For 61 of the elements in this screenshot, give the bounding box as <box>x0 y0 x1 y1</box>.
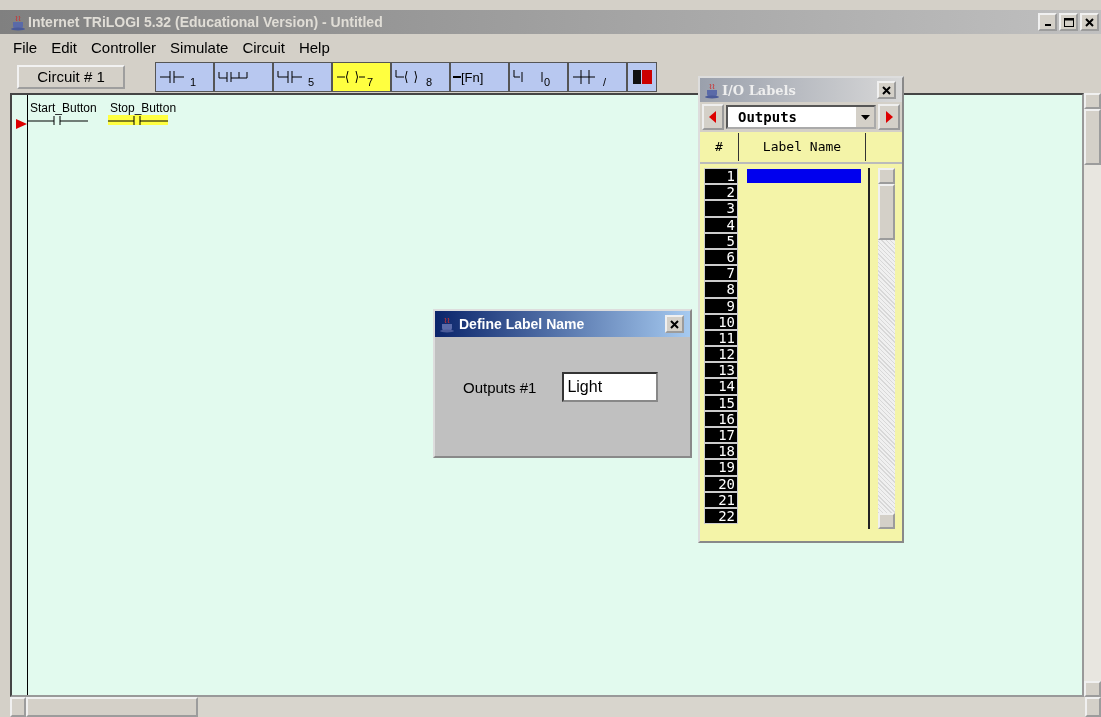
contact-symbol <box>28 115 88 125</box>
minimize-button[interactable] <box>1038 13 1057 31</box>
panel-title: I/O Labels <box>722 82 797 98</box>
list-scrollbar[interactable] <box>878 168 895 529</box>
close-icon <box>1083 16 1096 28</box>
horizontal-scrollbar[interactable] <box>10 697 1101 717</box>
close-button[interactable] <box>1080 13 1099 31</box>
row-number: 12 <box>704 346 738 363</box>
row-number: 8 <box>704 281 738 298</box>
ladder-tool-button[interactable]: 5 <box>273 62 332 92</box>
contact-label: Start_Button <box>30 101 98 115</box>
menu-item[interactable]: Controller <box>84 38 164 56</box>
window-title: Internet TRiLOGI 5.32 (Educational Version) - Untitled <box>28 14 384 30</box>
contact-label: Stop_Button <box>110 101 178 115</box>
row-number: 7 <box>704 265 738 282</box>
menu-item[interactable]: Edit <box>44 38 85 56</box>
java-cup-icon <box>439 315 455 333</box>
left-arrow-icon <box>709 111 717 123</box>
column-header: Label Name <box>739 133 866 161</box>
menu-item[interactable]: Simulate <box>163 38 236 56</box>
ladder-tool-button[interactable]: / <box>568 62 627 92</box>
ladder-tool-button[interactable] <box>627 62 657 92</box>
rung-marker-icon <box>16 119 28 129</box>
previous-button[interactable] <box>702 104 724 130</box>
vertical-scrollbar[interactable] <box>1084 93 1101 697</box>
maximize-icon <box>1062 16 1075 28</box>
ladder-symbol-icon <box>630 67 654 87</box>
ladder-tool-button[interactable]: 7 <box>332 62 391 92</box>
close-icon <box>880 84 893 96</box>
menu-item[interactable]: File <box>6 38 45 56</box>
category-dropdown[interactable]: Outputs <box>726 105 876 129</box>
menu-item[interactable]: Circuit <box>235 38 292 56</box>
row-number: 13 <box>704 362 738 379</box>
ladder-tool-button[interactable]: 8 <box>391 62 450 92</box>
java-cup-icon <box>704 81 720 99</box>
row-number: 14 <box>704 378 738 395</box>
next-button[interactable] <box>878 104 900 130</box>
java-cup-icon <box>10 13 26 31</box>
ladder-tool-button[interactable]: 0 <box>509 62 568 92</box>
circuit-tab[interactable]: Circuit # 1 <box>17 64 125 89</box>
row-number: 17 <box>704 427 738 444</box>
ladder-tool-button[interactable]: [Fn] <box>450 62 509 92</box>
row-number: 18 <box>704 443 738 460</box>
minimize-icon <box>1044 24 1051 26</box>
label-name-field[interactable]: Light <box>562 372 659 402</box>
dialog-title: Define Label Name <box>459 316 586 332</box>
row-number: 2 <box>704 184 738 201</box>
contact-symbol <box>108 115 168 125</box>
right-arrow-icon <box>885 111 893 123</box>
field-label: Outputs #1 <box>463 378 537 396</box>
close-button[interactable] <box>665 315 684 333</box>
caret-icon <box>860 114 870 120</box>
menu-item[interactable]: Help <box>291 38 337 56</box>
close-icon <box>668 318 681 330</box>
row-number: 1 <box>704 168 738 185</box>
row-number: 19 <box>704 459 738 476</box>
column-header: # <box>700 133 739 161</box>
maximize-button[interactable] <box>1059 13 1078 31</box>
ladder-tool-button[interactable]: 1 <box>155 62 214 92</box>
row-number: 3 <box>704 200 738 217</box>
close-button[interactable] <box>877 81 896 99</box>
